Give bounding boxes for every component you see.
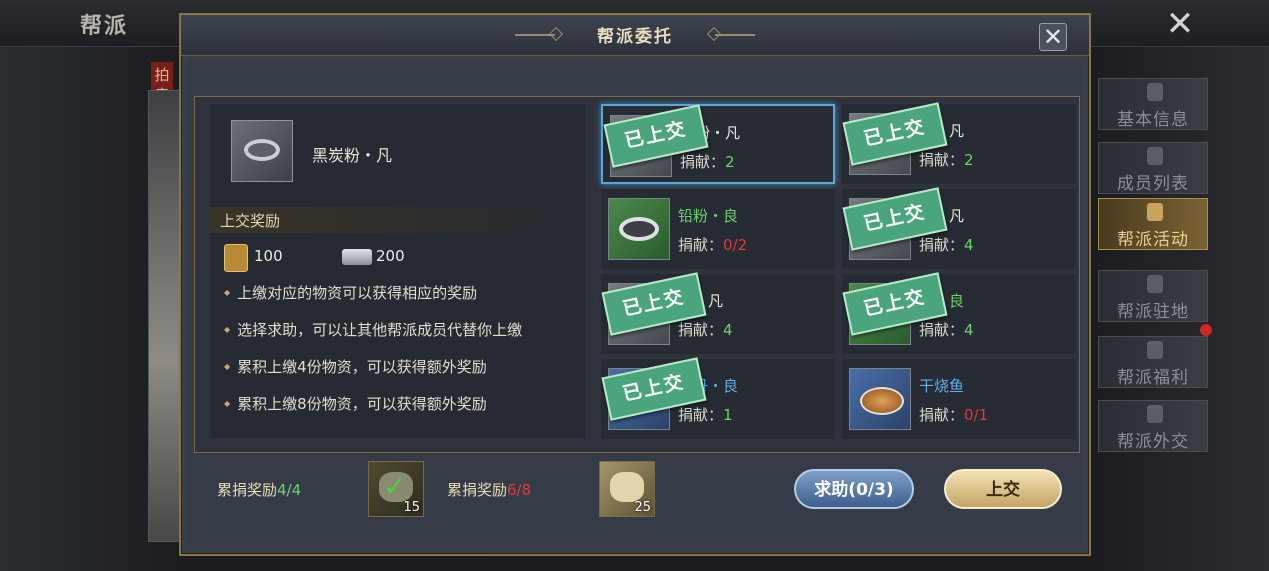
guild-token-icon[interactable] <box>224 244 248 272</box>
ring-bowl-icon <box>244 139 280 161</box>
submit-button[interactable]: 上交 <box>944 469 1062 509</box>
commission-item-card[interactable]: 矿・凡 捐献：4 已上交 <box>601 272 835 354</box>
item-donation: 捐献：2 <box>919 149 974 170</box>
scroll-icon <box>1147 83 1163 101</box>
donation-label: 捐献： <box>919 236 965 254</box>
reward-count: 25 <box>634 500 651 515</box>
commission-item-card[interactable]: 芍・凡 捐献：2 已上交 <box>842 102 1076 184</box>
item-slot <box>849 368 911 430</box>
cumulative-reward-chest[interactable]: 25 <box>599 461 655 517</box>
pavilion-icon <box>1147 203 1163 221</box>
rule-text: 累积上缴4份物资，可以获得额外奖励 <box>224 356 487 377</box>
title-ornament-right <box>715 34 755 36</box>
item-donation: 捐献：1 <box>678 404 733 425</box>
background-title: 帮派 <box>80 14 129 39</box>
item-detail-panel: 黑炭粉・凡 上交奖励 100 200 上缴对应的物资可以获得相应的奖励 选择求助… <box>210 104 585 438</box>
donation-value: 4 <box>964 236 974 254</box>
fish-dish-icon <box>860 387 904 415</box>
cumulative-progress: 6/8 <box>507 481 532 499</box>
donation-value: 0/1 <box>964 406 989 424</box>
dialog-header: 帮派委托 ✕ <box>181 15 1089 56</box>
selected-item-slot[interactable] <box>231 120 293 182</box>
donation-value: 1 <box>723 406 733 424</box>
item-slot <box>608 198 670 260</box>
side-tab-label: 帮派活动 <box>1117 230 1189 250</box>
donation-label: 捐献： <box>678 236 724 254</box>
donation-label: 捐献： <box>919 406 965 424</box>
commission-item-card[interactable]: 铅粉・良 捐献：0/2 <box>601 189 835 269</box>
cumulative-reward-label: 累捐奖励6/8 <box>447 479 531 500</box>
lead-powder-bowl-icon <box>619 217 659 241</box>
dialog-title: 帮派委托 <box>597 27 673 47</box>
item-donation: 捐献：2 <box>680 151 735 172</box>
background-close-icon[interactable]: ✕ <box>1156 4 1204 44</box>
cumulative-progress: 4/4 <box>277 481 302 499</box>
cumulative-label-text: 累捐奖励 <box>217 481 278 499</box>
crossed-swords-icon <box>1147 405 1163 423</box>
selected-item-name: 黑炭粉・凡 <box>312 146 393 165</box>
side-tab-residence[interactable]: 帮派驻地 <box>1098 270 1208 322</box>
close-icon[interactable]: ✕ <box>1039 23 1067 51</box>
cumulative-label-text: 累捐奖励 <box>447 481 508 499</box>
rule-text: 累积上缴8份物资，可以获得额外奖励 <box>224 393 487 414</box>
commission-item-card[interactable]: 芍・凡 捐献：4 已上交 <box>842 187 1076 269</box>
guild-token-value: 100 <box>254 247 283 265</box>
donation-label: 捐献： <box>919 321 965 339</box>
side-tab-label: 帮派福利 <box>1117 368 1189 388</box>
donation-label: 捐献： <box>678 321 724 339</box>
side-tab-welfare[interactable]: 帮派福利 <box>1098 336 1208 388</box>
donation-label: 捐献： <box>680 153 726 171</box>
side-tab-basic-info[interactable]: 基本信息 <box>1098 78 1208 130</box>
side-tab-label: 成员列表 <box>1117 174 1189 194</box>
reward-header: 上交奖励 <box>210 207 585 233</box>
side-tab-diplomacy[interactable]: 帮派外交 <box>1098 400 1208 452</box>
cumulative-reward-chest[interactable]: ✓ 15 <box>368 461 424 517</box>
cumulative-reward-label: 累捐奖励4/4 <box>217 479 301 500</box>
side-tab-label: 帮派驻地 <box>1117 302 1189 322</box>
content-frame: 黑炭粉・凡 上交奖励 100 200 上缴对应的物资可以获得相应的奖励 选择求助… <box>194 96 1080 453</box>
side-tab-activities[interactable]: 帮派活动 <box>1098 198 1208 250</box>
notification-dot <box>1200 324 1212 336</box>
donation-value: 2 <box>964 151 974 169</box>
commission-item-card[interactable]: 心丹・良 捐献：1 已上交 <box>601 357 835 439</box>
help-button[interactable]: 求助(0/3) <box>794 469 914 509</box>
gift-icon <box>1147 341 1163 359</box>
rule-text: 上缴对应的物资可以获得相应的奖励 <box>224 282 477 303</box>
commission-item-card[interactable]: 归・良 捐献：4 已上交 <box>842 272 1076 354</box>
donation-label: 捐献： <box>678 406 724 424</box>
commission-item-card[interactable]: 炭粉・凡 捐献：2 已上交 <box>601 104 835 184</box>
reward-bag-icon <box>610 472 644 502</box>
people-icon <box>1147 147 1163 165</box>
check-icon: ✓ <box>383 470 407 503</box>
silver-value: 200 <box>376 247 405 265</box>
dialog-body: 黑炭粉・凡 上交奖励 100 200 上缴对应的物资可以获得相应的奖励 选择求助… <box>187 61 1081 545</box>
rule-text: 选择求助，可以让其他帮派成员代替你上缴 <box>224 319 522 340</box>
item-donation: 捐献：4 <box>678 319 733 340</box>
donation-label: 捐献： <box>919 151 965 169</box>
guild-commission-dialog: 帮派委托 ✕ 黑炭粉・凡 上交奖励 100 200 上缴对应的物资可以获得相应的… <box>179 13 1091 556</box>
silver-ingot-icon[interactable] <box>342 249 372 265</box>
item-name: 干烧鱼 <box>919 377 965 395</box>
house-icon <box>1147 275 1163 293</box>
donation-value: 0/2 <box>723 236 748 254</box>
donation-value: 2 <box>725 153 735 171</box>
donation-value: 4 <box>723 321 733 339</box>
item-donation: 捐献：0/1 <box>919 404 988 425</box>
reward-title: 上交奖励 <box>220 212 281 230</box>
donation-value: 4 <box>964 321 974 339</box>
side-tab-label: 基本信息 <box>1117 110 1189 130</box>
item-donation: 捐献：4 <box>919 319 974 340</box>
side-tab-members[interactable]: 成员列表 <box>1098 142 1208 194</box>
commission-item-card[interactable]: 干烧鱼 捐献：0/1 <box>842 359 1076 439</box>
item-donation: 捐献：0/2 <box>678 234 747 255</box>
item-name: 铅粉・良 <box>678 207 739 225</box>
item-donation: 捐献：4 <box>919 234 974 255</box>
side-tab-label: 帮派外交 <box>1117 432 1189 452</box>
reward-count: 15 <box>403 500 420 515</box>
